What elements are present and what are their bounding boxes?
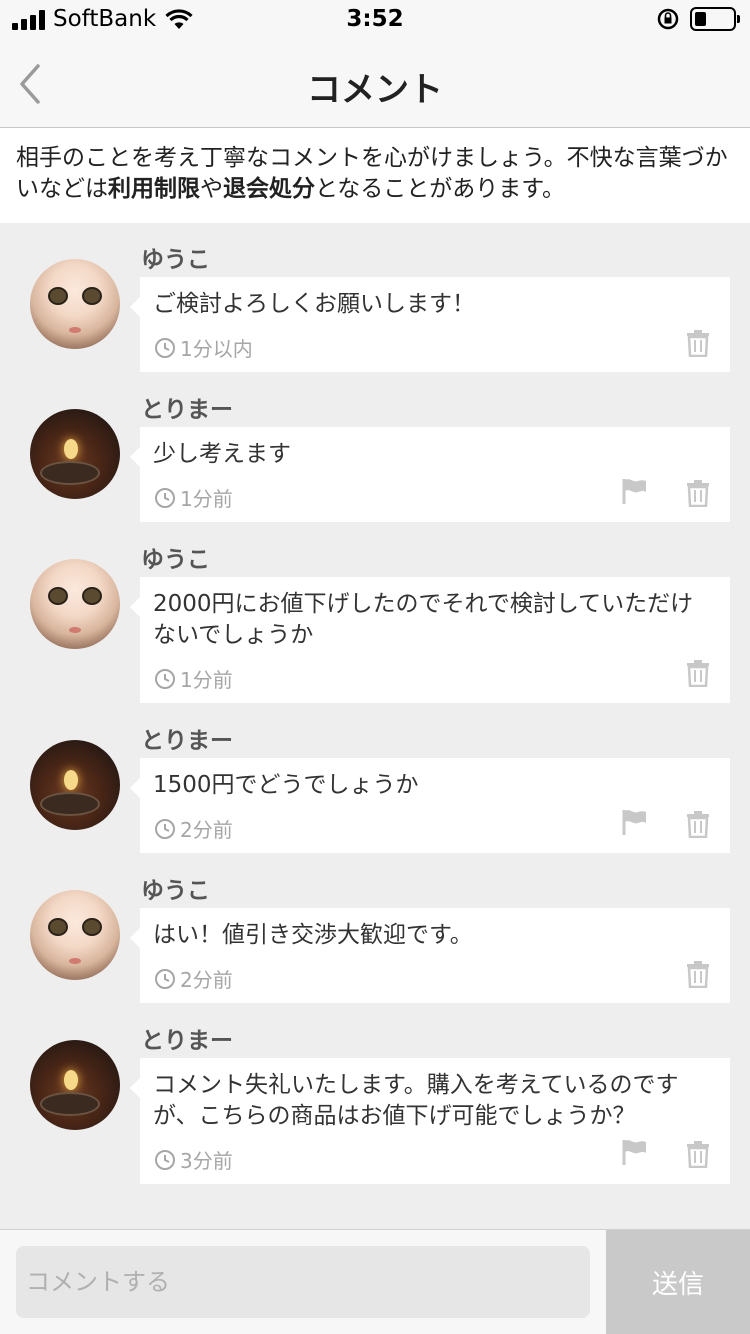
comment-text: 1500円でどうでしょうか: [153, 772, 419, 798]
page-title: コメント: [307, 70, 443, 110]
comment-text: 少し考えます: [153, 441, 291, 467]
comment-username: ゆうこ: [141, 547, 210, 573]
clock-icon: [155, 1149, 175, 1170]
clock-icon: [155, 337, 175, 358]
flag-icon[interactable]: [621, 1138, 649, 1166]
flag-icon[interactable]: [621, 808, 649, 836]
comment-time: 3分前: [154, 1145, 233, 1174]
flag-icon[interactable]: [621, 477, 649, 505]
trash-icon[interactable]: [686, 810, 710, 838]
comment-bubble: 1500円でどうでしょうか 2分前: [130, 758, 730, 853]
clock-icon: [155, 668, 175, 689]
comment-bubble: はい！値引き交渉大歓迎です。 2分前: [130, 908, 730, 1003]
comment-time-text: 1分前: [180, 487, 233, 511]
comment-guideline-notice: 相手のことを考え丁寧なコメントを心がけましょう。不快な言葉づかいなどは利用制限や…: [0, 129, 750, 223]
comment-time: 1分前: [154, 483, 233, 512]
send-button[interactable]: 送信: [606, 1230, 750, 1334]
comment-bubble: コメント失礼いたします。購入を考えているのですが、こちらの商品はお値下げ可能でし…: [130, 1058, 730, 1184]
avatar[interactable]: [30, 409, 120, 499]
navigation-bar: コメント: [0, 40, 750, 128]
notice-text: や: [200, 176, 223, 202]
comment-input-bar: 送信: [0, 1229, 750, 1334]
comment-input[interactable]: [16, 1246, 590, 1318]
avatar[interactable]: [30, 259, 120, 349]
comment-bubble: ご検討よろしくお願いします！ 1分以内: [130, 277, 730, 372]
comment-bubble: 少し考えます 1分前: [130, 427, 730, 522]
comment-username: とりまー: [141, 728, 233, 754]
comment-username: とりまー: [141, 397, 233, 423]
comment-username: ゆうこ: [141, 878, 210, 904]
trash-icon[interactable]: [686, 659, 710, 687]
trash-icon[interactable]: [686, 329, 710, 357]
comment-time-text: 2分前: [180, 968, 233, 992]
clock-icon: [155, 968, 175, 989]
battery-icon: [690, 7, 740, 31]
comment-time-text: 1分前: [180, 668, 233, 692]
avatar[interactable]: [30, 559, 120, 649]
avatar[interactable]: [30, 1040, 120, 1130]
notice-bold-withdrawal: 退会処分: [223, 176, 315, 202]
clock-icon: [155, 487, 175, 508]
rotation-lock-icon: [657, 8, 679, 30]
comment-text: コメント失礼いたします。購入を考えているのですが、こちらの商品はお値下げ可能でし…: [153, 1072, 679, 1129]
avatar[interactable]: [30, 740, 120, 830]
trash-icon[interactable]: [686, 1140, 710, 1168]
comment-text: はい！値引き交渉大歓迎です。: [153, 922, 473, 948]
comment-time: 2分前: [154, 964, 233, 993]
comment-time-text: 1分以内: [180, 337, 253, 361]
comment-username: とりまー: [141, 1028, 233, 1054]
comment-text: ご検討よろしくお願いします！: [153, 291, 475, 317]
status-bar: SoftBank 3:52: [0, 0, 750, 40]
comment-time-text: 2分前: [180, 818, 233, 842]
comment-time-text: 3分前: [180, 1149, 233, 1173]
battery-level: [695, 12, 706, 26]
clock: 3:52: [346, 6, 404, 32]
comment-time: 1分以内: [154, 333, 253, 362]
comment-time: 2分前: [154, 814, 233, 843]
comment-bubble: 2000円にお値下げしたのでそれで検討していただけないでしょうか 1分前: [130, 577, 730, 703]
comment-time: 1分前: [154, 664, 233, 693]
notice-bold-restriction: 利用制限: [108, 176, 200, 202]
clock-icon: [155, 818, 175, 839]
comment-text: 2000円にお値下げしたのでそれで検討していただけないでしょうか: [153, 591, 694, 648]
avatar[interactable]: [30, 890, 120, 980]
notice-text: となることがあります。: [315, 176, 566, 202]
comment-username: ゆうこ: [141, 247, 210, 273]
trash-icon[interactable]: [686, 479, 710, 507]
trash-icon[interactable]: [686, 960, 710, 988]
comment-list: ゆうこ ご検討よろしくお願いします！ 1分以内 とりまー 少し考えます 1分前 …: [0, 223, 750, 1229]
